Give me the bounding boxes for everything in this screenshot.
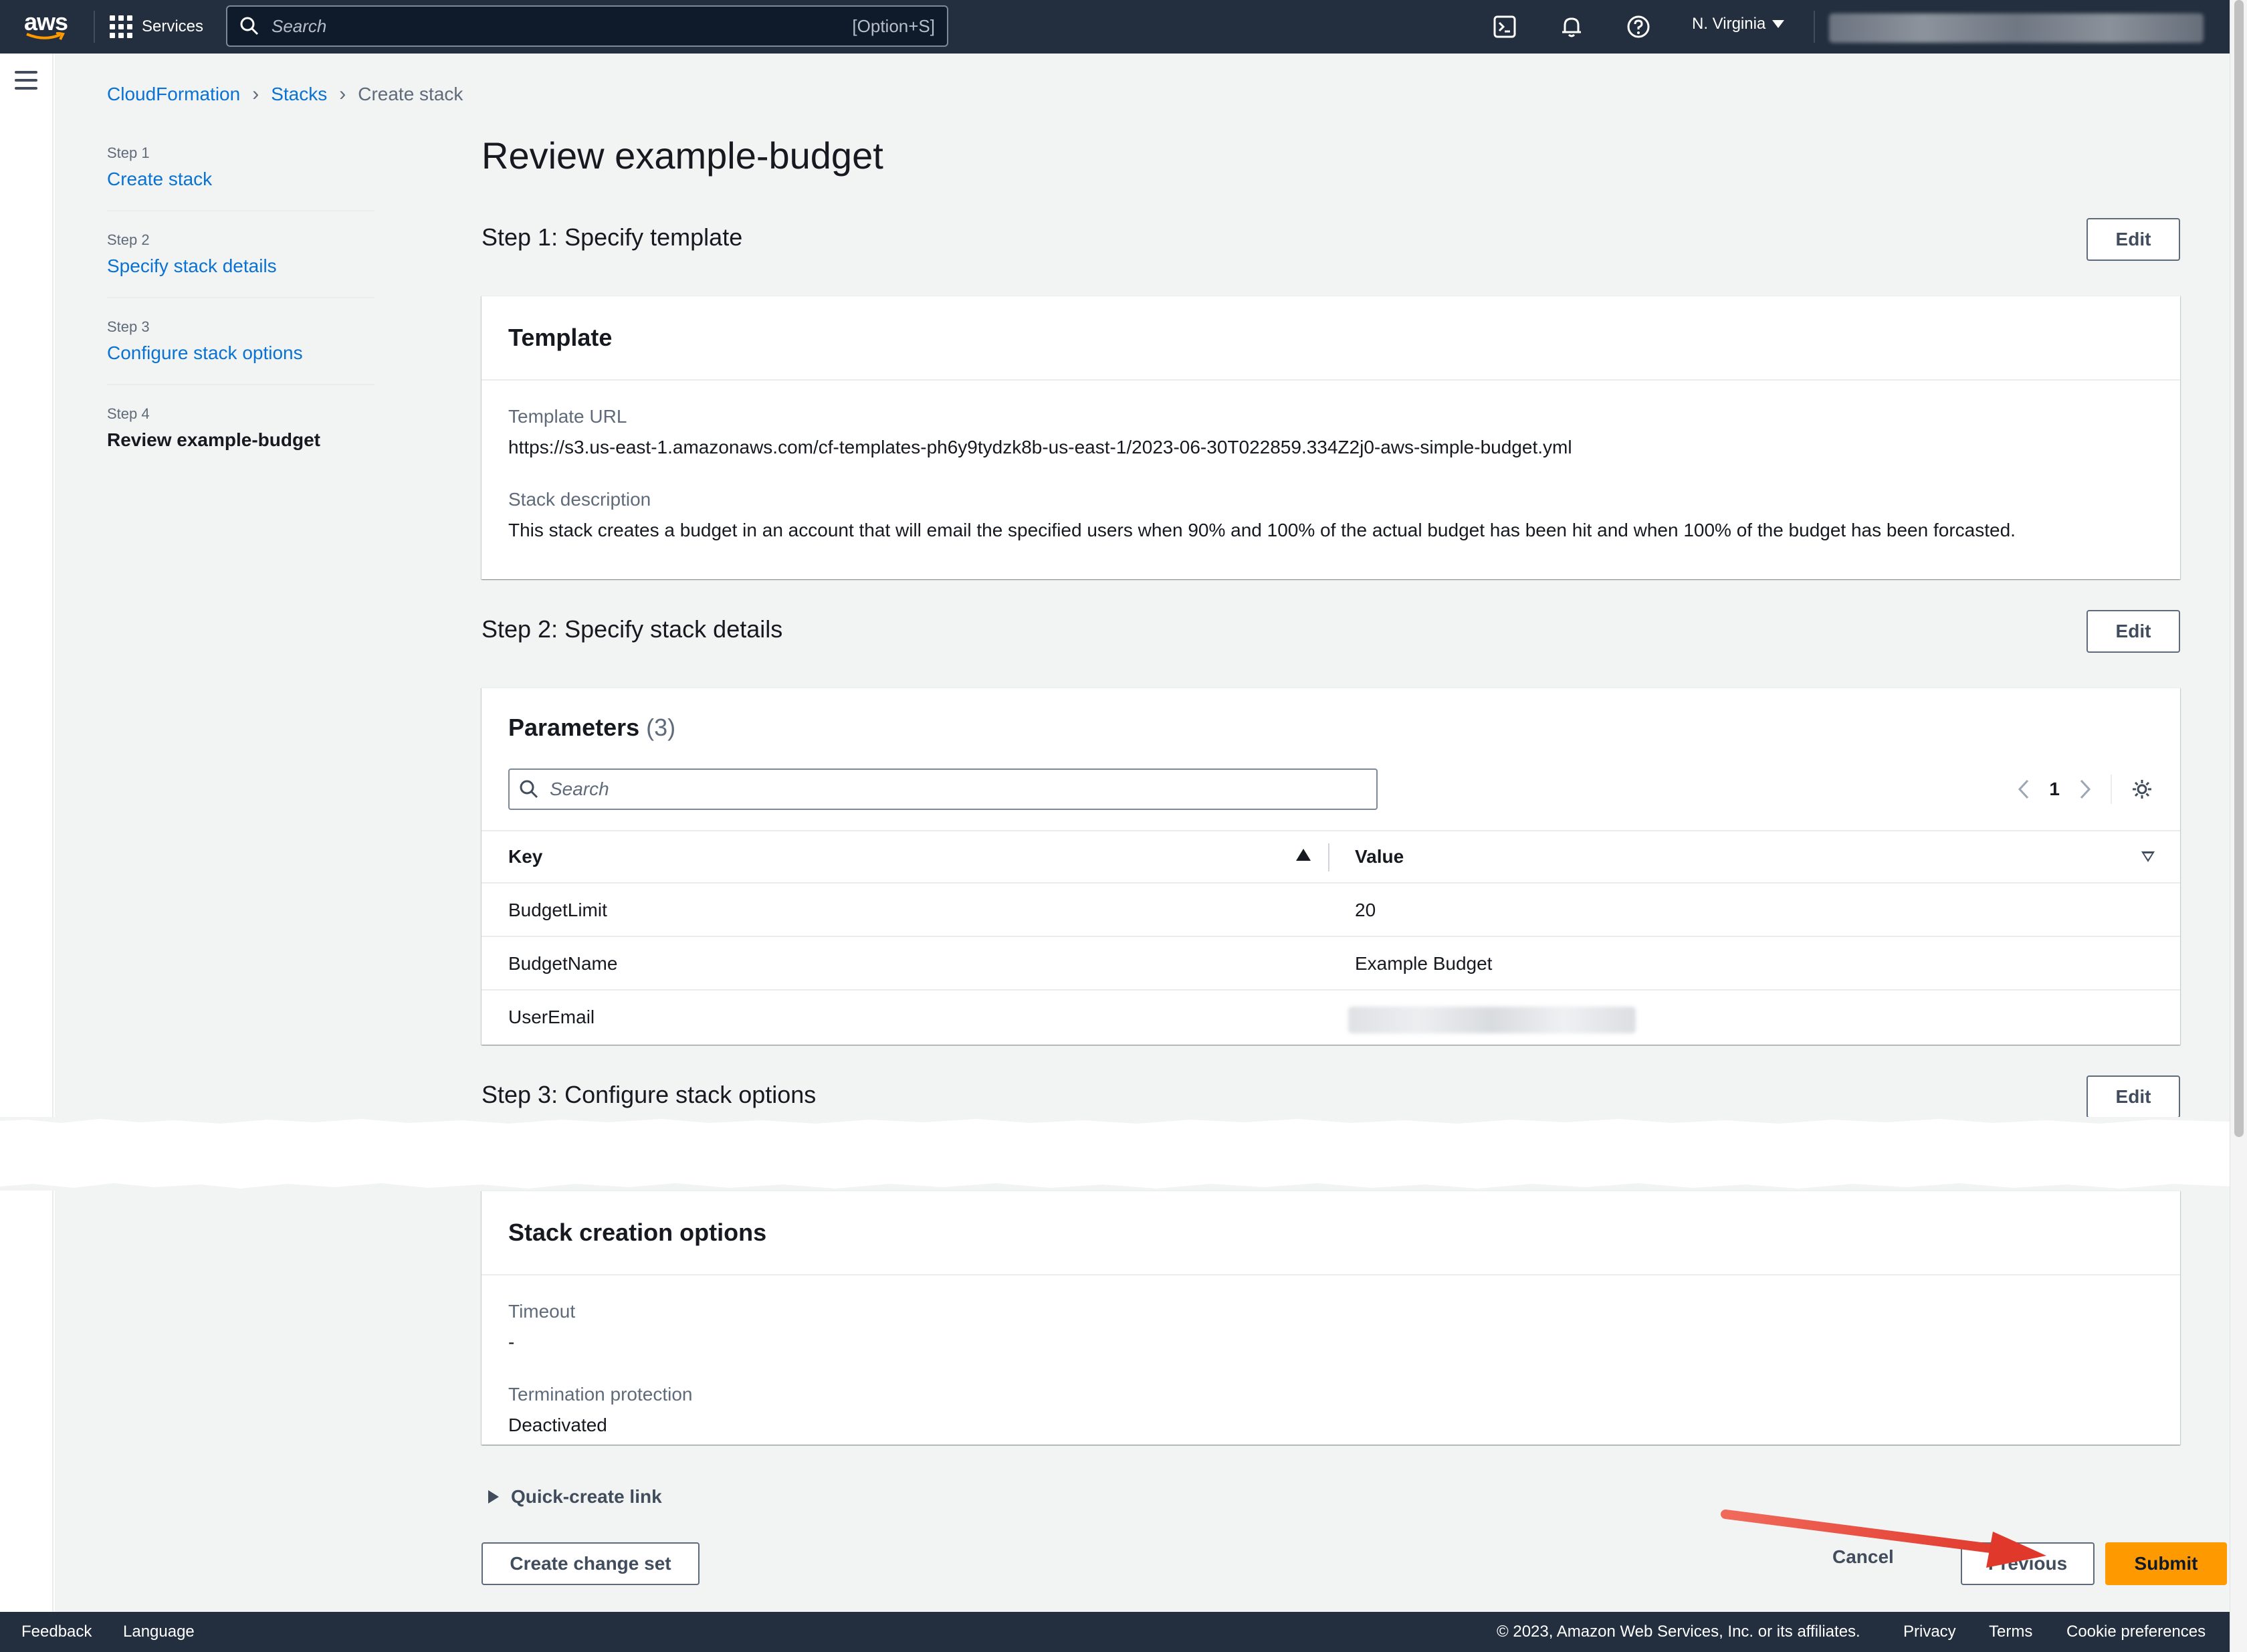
chevron-right-icon[interactable] bbox=[2078, 779, 2092, 800]
wizard-step-2: Step 2 Specify stack details bbox=[107, 221, 374, 298]
table-row: BudgetLimit 20 bbox=[481, 884, 2180, 937]
sort-descending-icon[interactable] bbox=[2141, 851, 2155, 862]
breadcrumb-stacks[interactable]: Stacks bbox=[271, 84, 327, 105]
region-selector[interactable]: N. Virginia bbox=[1692, 15, 1785, 33]
sort-ascending-icon[interactable] bbox=[1296, 849, 1311, 861]
search-icon bbox=[520, 780, 538, 799]
main-content: CloudFormation › Stacks › Create stack S… bbox=[55, 54, 2230, 1612]
page-scrollbar[interactable] bbox=[2230, 0, 2247, 1652]
parameters-panel: Parameters (3) Search 1 Key Value Budget… bbox=[481, 688, 2180, 1045]
footer: Feedback Language © 2023, Amazon Web Ser… bbox=[0, 1612, 2230, 1652]
page-title: Review example-budget bbox=[481, 134, 883, 177]
torn-edge-divider bbox=[0, 1117, 2230, 1191]
torn-edge-shape bbox=[0, 1117, 2230, 1191]
feedback-link[interactable]: Feedback bbox=[21, 1623, 92, 1641]
panel-title: Template bbox=[481, 296, 2180, 381]
step1-heading: Step 1: Specify template bbox=[481, 223, 743, 251]
wizard-step-1: Step 1 Create stack bbox=[107, 134, 374, 211]
copyright-text: © 2023, Amazon Web Services, Inc. or its… bbox=[1497, 1623, 1860, 1641]
edit-step2-button[interactable]: Edit bbox=[2086, 610, 2180, 653]
termination-protection-field: Termination protection Deactivated bbox=[508, 1384, 693, 1435]
chevron-right-icon: › bbox=[252, 83, 259, 105]
wizard-steps: Step 1 Create stack Step 2 Specify stack… bbox=[107, 134, 374, 480]
timeout-field: Timeout - bbox=[508, 1301, 576, 1352]
caret-down-icon bbox=[1772, 20, 1785, 28]
table-row: UserEmail bbox=[481, 991, 2180, 1044]
smile-arrow-icon bbox=[26, 32, 65, 40]
wizard-step-link[interactable]: Specify stack details bbox=[107, 255, 374, 277]
panel-title: Stack creation options bbox=[481, 1191, 2180, 1275]
edit-step3-button[interactable]: Edit bbox=[2086, 1075, 2180, 1118]
step3-heading: Step 3: Configure stack options bbox=[481, 1081, 817, 1108]
edit-step1-button[interactable]: Edit bbox=[2086, 218, 2180, 261]
chevron-right-icon: › bbox=[339, 83, 346, 105]
chevron-left-icon[interactable] bbox=[2017, 779, 2030, 800]
side-navigation-rail bbox=[0, 54, 54, 1612]
bell-icon[interactable] bbox=[1558, 13, 1585, 40]
column-header-value[interactable]: Value bbox=[1355, 846, 1404, 867]
page-number[interactable]: 1 bbox=[2049, 779, 2060, 800]
account-menu-redacted[interactable] bbox=[1829, 13, 2204, 43]
create-change-set-button[interactable]: Create change set bbox=[481, 1542, 700, 1585]
stack-creation-options-panel: Stack creation options Timeout - Termina… bbox=[481, 1191, 2180, 1445]
wizard-step-3: Step 3 Configure stack options bbox=[107, 308, 374, 385]
breadcrumb: CloudFormation › Stacks › Create stack bbox=[107, 83, 463, 106]
search-icon bbox=[240, 17, 259, 35]
breadcrumb-current: Create stack bbox=[358, 84, 463, 104]
pagination: 1 bbox=[2017, 768, 2153, 810]
parameters-table-header: Key Value bbox=[481, 830, 2180, 884]
privacy-link[interactable]: Privacy bbox=[1903, 1623, 1956, 1641]
panel-title: Parameters (3) bbox=[508, 714, 676, 741]
cloudshell-icon[interactable] bbox=[1491, 13, 1518, 40]
global-search-input[interactable]: Search [Option+S] bbox=[226, 5, 948, 47]
gear-icon[interactable] bbox=[2131, 778, 2153, 801]
annotation-arrow-icon bbox=[1721, 1510, 2046, 1568]
template-panel: Template Template URL https://s3.us-east… bbox=[481, 296, 2180, 579]
quick-create-link-expander[interactable]: Quick-create link bbox=[488, 1486, 662, 1508]
help-icon[interactable] bbox=[1625, 13, 1652, 40]
apps-grid-icon bbox=[110, 15, 132, 38]
aws-logo[interactable]: aws bbox=[24, 8, 71, 45]
parameters-search-input[interactable]: Search bbox=[508, 768, 1378, 810]
template-url-field: Template URL https://s3.us-east-1.amazon… bbox=[508, 406, 1572, 457]
wizard-step-4: Step 4 Review example-budget bbox=[107, 395, 374, 471]
stack-description-field: Stack description This stack creates a b… bbox=[508, 489, 2016, 540]
breadcrumb-cloudformation[interactable]: CloudFormation bbox=[107, 84, 240, 105]
step2-heading: Step 2: Specify stack details bbox=[481, 615, 783, 643]
table-row: BudgetName Example Budget bbox=[481, 937, 2180, 991]
services-menu-button[interactable]: Services bbox=[110, 13, 203, 40]
wizard-step-link[interactable]: Create stack bbox=[107, 169, 374, 190]
cookie-preferences-link[interactable]: Cookie preferences bbox=[2066, 1623, 2206, 1641]
wizard-step-current: Review example-budget bbox=[107, 429, 320, 450]
menu-icon[interactable] bbox=[15, 71, 37, 90]
wizard-step-link[interactable]: Configure stack options bbox=[107, 342, 374, 364]
top-navigation: aws Services Search [Option+S] N. Virgin… bbox=[0, 0, 2230, 54]
column-header-key[interactable]: Key bbox=[508, 846, 542, 867]
caret-right-icon bbox=[488, 1490, 499, 1504]
terms-link[interactable]: Terms bbox=[1989, 1623, 2032, 1641]
redacted-email bbox=[1348, 1007, 1636, 1033]
submit-button[interactable]: Submit bbox=[2105, 1542, 2227, 1585]
language-link[interactable]: Language bbox=[123, 1623, 195, 1641]
